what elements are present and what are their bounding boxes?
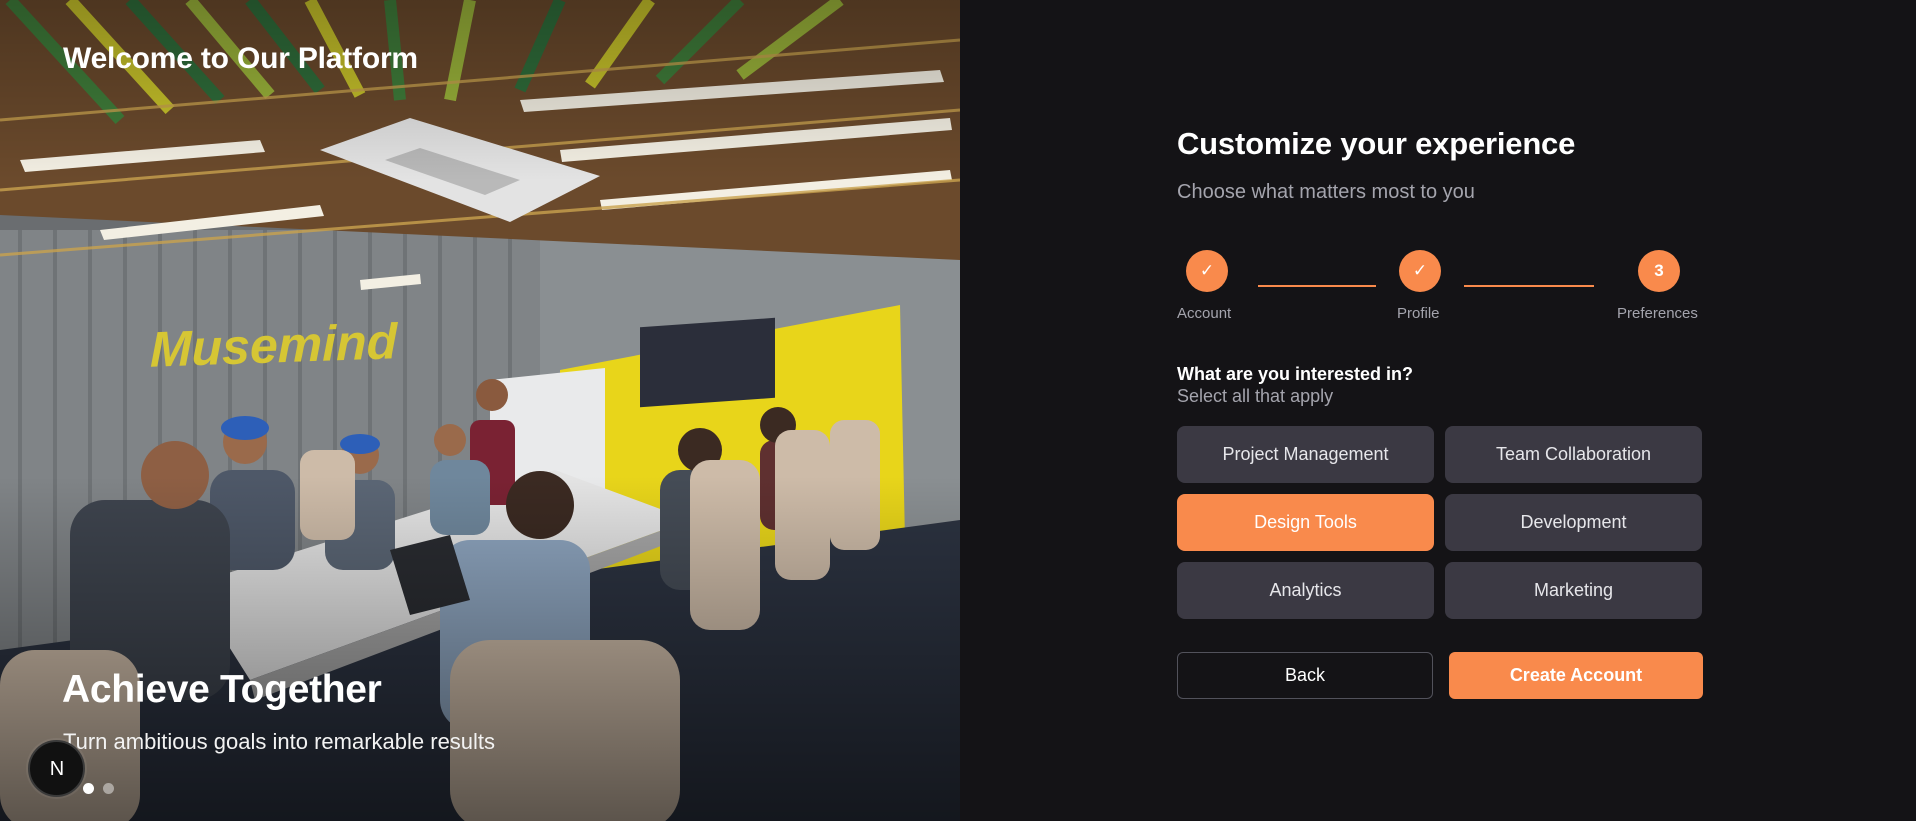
step-label-account: Account [1177,305,1232,322]
n-logo-icon: N [49,758,63,780]
create-account-button[interactable]: Create Account [1449,652,1703,699]
progress-stepper: ✓ Account ✓ Profile 3 Preferences [1177,250,1717,330]
option-marketing[interactable]: Marketing [1445,562,1702,619]
form-subtitle: Choose what matters most to you [1177,181,1475,203]
step-label-preferences: Preferences [1617,305,1698,322]
form-title: Customize your experience [1177,126,1576,161]
hero-brand-title: Welcome to Our Platform [63,42,418,75]
question-title: What are you interested in? [1177,364,1414,384]
svg-text:N: N [49,758,63,780]
step-profile-check-icon: ✓ [1399,250,1441,292]
dev-tools-badge[interactable]: N [28,740,85,797]
carousel-dot[interactable] [103,783,114,794]
back-button[interactable]: Back [1177,652,1433,699]
step-label-profile: Profile [1397,305,1440,322]
step-connector [1464,285,1594,287]
step-account-check-icon: ✓ [1186,250,1228,292]
option-development[interactable]: Development [1445,494,1702,551]
option-project-management[interactable]: Project Management [1177,426,1434,483]
step-connector [1258,285,1376,287]
step-preferences-number: 3 [1638,250,1680,292]
option-team-collaboration[interactable]: Team Collaboration [1445,426,1702,483]
hero-panel: Musemind [0,0,960,821]
option-analytics[interactable]: Analytics [1177,562,1434,619]
option-design-tools[interactable]: Design Tools [1177,494,1434,551]
carousel-dots [83,783,114,794]
hero-slide-title: Achieve Together [62,668,382,711]
hero-slide-subtitle: Turn ambitious goals into remarkable res… [63,729,496,754]
carousel-dot[interactable] [83,783,94,794]
question-subtitle: Select all that apply [1177,386,1334,406]
